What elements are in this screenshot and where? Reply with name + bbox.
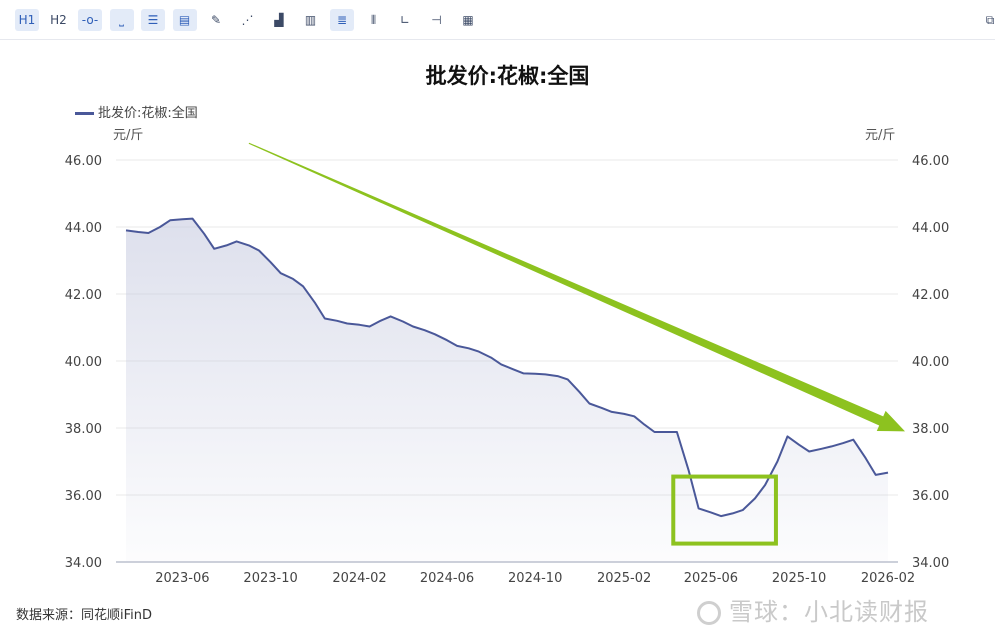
data-source: 数据来源：同花顺iFinD xyxy=(16,608,153,623)
y-tick-label-left: 46.00 xyxy=(65,154,102,169)
y-tick-label-right: 40.00 xyxy=(912,355,949,370)
x-tick-label: 2023-10 xyxy=(243,571,297,586)
y-tick-label-right: 44.00 xyxy=(912,221,949,236)
y-tick-label-right: 46.00 xyxy=(912,154,949,169)
x-tick-label: 2025-02 xyxy=(597,571,651,586)
x-tick-label: 2024-02 xyxy=(332,571,386,586)
x-tick-label: 2024-10 xyxy=(508,571,562,586)
x-tick-label: 2025-10 xyxy=(772,571,826,586)
y-tick-label-right: 38.00 xyxy=(912,422,949,437)
x-tick-label: 2025-06 xyxy=(684,571,738,586)
y-tick-label-left: 44.00 xyxy=(65,221,102,236)
y-tick-label-right: 42.00 xyxy=(912,288,949,303)
y-tick-label-right: 36.00 xyxy=(912,489,949,504)
y-tick-label-left: 36.00 xyxy=(65,489,102,504)
y-tick-label-left: 40.00 xyxy=(65,355,102,370)
y-tick-label-left: 38.00 xyxy=(65,422,102,437)
series-area xyxy=(126,218,888,562)
y-tick-label-left: 34.00 xyxy=(65,556,102,571)
watermark-text: 雪球：小北读财报 xyxy=(729,598,929,626)
x-tick-label: 2024-06 xyxy=(420,571,474,586)
y-tick-label-left: 42.00 xyxy=(65,288,102,303)
snowball-logo-icon xyxy=(697,601,721,625)
x-tick-label: 2023-06 xyxy=(155,571,209,586)
watermark: 雪球：小北读财报 xyxy=(697,592,929,627)
chart-plot: 34.00 34.00 36.00 36.00 38.00 38.00 40.00 40.00… xyxy=(65,142,949,586)
y-tick-label-right: 34.00 xyxy=(912,556,949,571)
x-tick-label: 2026-02 xyxy=(861,571,915,586)
